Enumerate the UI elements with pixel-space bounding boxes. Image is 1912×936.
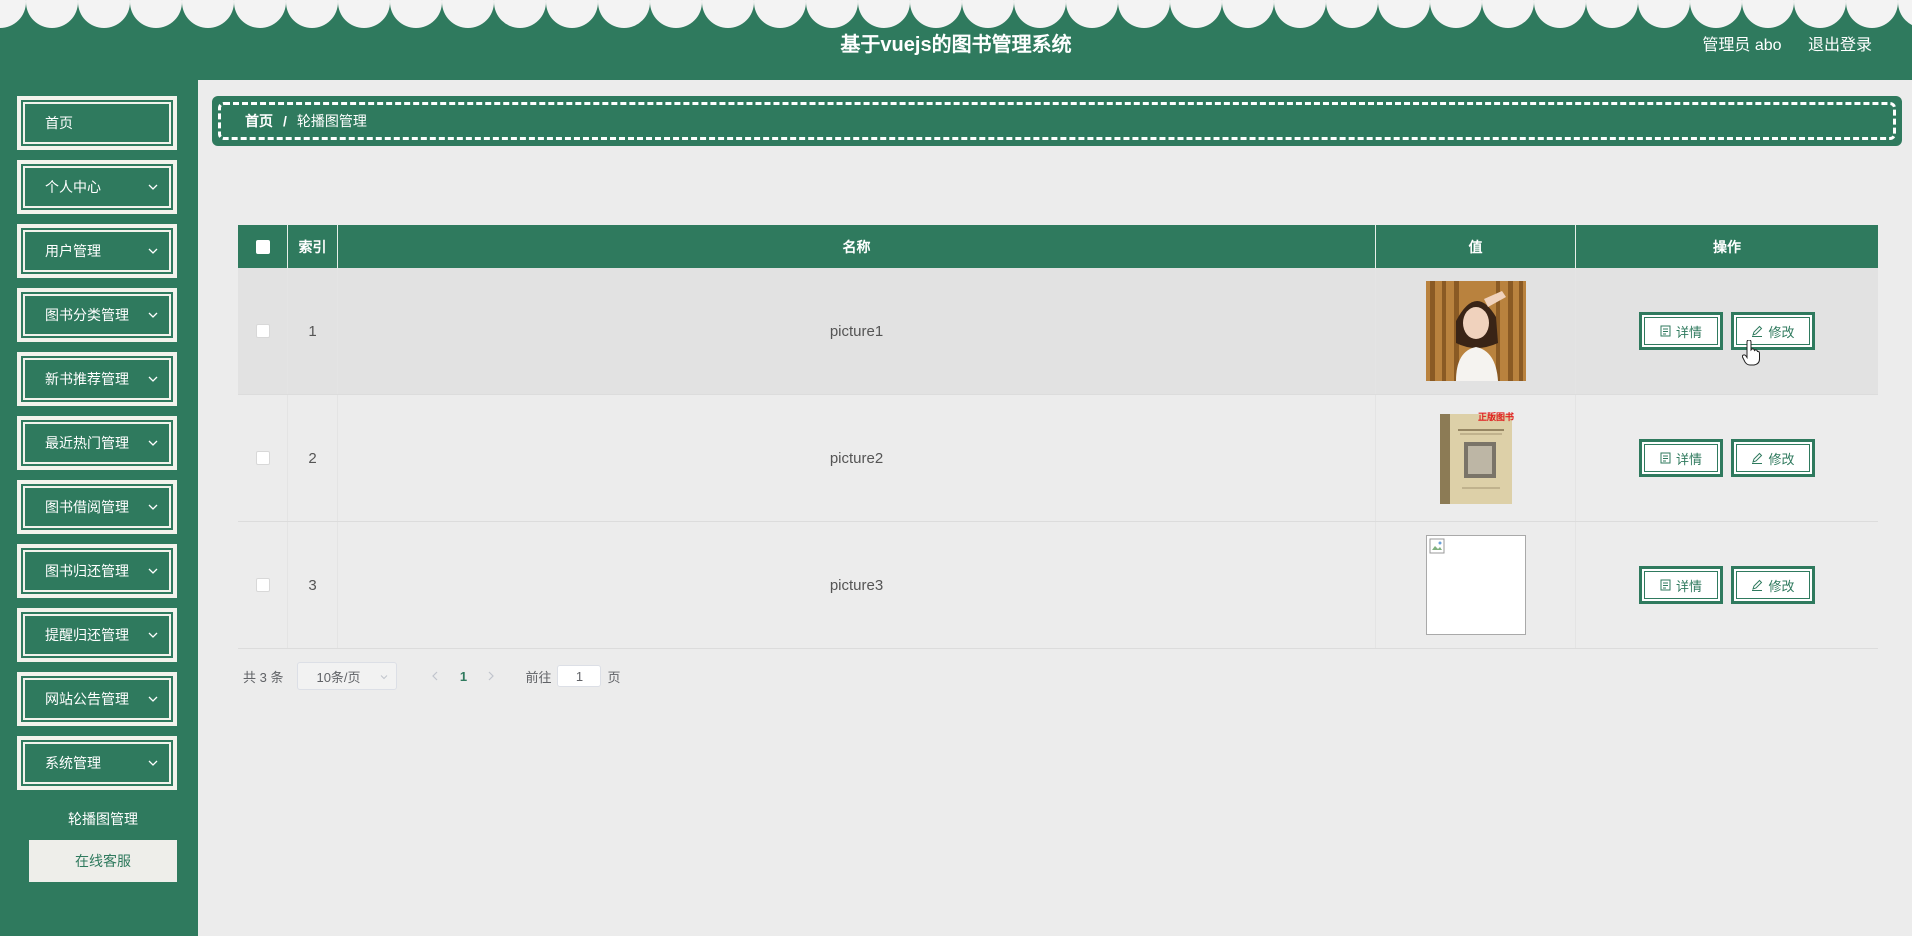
breadcrumb: 首页 / 轮播图管理: [212, 96, 1902, 146]
sidebar-item-remind[interactable]: 提醒归还管理: [17, 608, 177, 662]
edit-button[interactable]: 修改: [1731, 566, 1815, 604]
logout-link[interactable]: 退出登录: [1808, 37, 1872, 54]
sidebar-item-label: 新书推荐管理: [45, 371, 129, 387]
sidebar-item-label: 用户管理: [45, 243, 101, 259]
broken-image-icon: [1429, 538, 1444, 554]
breadcrumb-separator: /: [283, 113, 287, 129]
table-header: 索引 名称 值 操作: [238, 225, 1878, 268]
row-checkbox[interactable]: [255, 451, 270, 465]
sidebar-item-hot[interactable]: 最近热门管理: [17, 416, 177, 470]
book-cover-thumbnail[interactable]: 正版图书: [1425, 408, 1526, 508]
chevron-down-icon: [148, 376, 158, 382]
chevron-down-icon: [148, 440, 158, 446]
goto-page-input[interactable]: [557, 665, 602, 687]
chevron-down-icon: [381, 675, 388, 680]
column-header-value: 值: [1376, 225, 1576, 268]
breadcrumb-current: 轮播图管理: [296, 113, 367, 129]
sidebar-item-label: 首页: [45, 115, 73, 131]
chevron-down-icon: [148, 504, 158, 510]
column-header-actions: 操作: [1713, 238, 1741, 255]
chevron-down-icon: [148, 760, 158, 766]
pagination-total: 共 3 条: [243, 669, 284, 685]
submenu-item-carousel[interactable]: 轮播图管理: [29, 798, 177, 840]
chevron-down-icon: [148, 184, 158, 190]
broken-image-thumbnail[interactable]: [1425, 535, 1526, 635]
app-title: 基于vuejs的图书管理系统: [840, 34, 1072, 56]
chevron-down-icon: [148, 312, 158, 318]
sidebar-item-return[interactable]: 图书归还管理: [17, 544, 177, 598]
edit-button[interactable]: 修改: [1731, 439, 1815, 477]
row-index: 2: [288, 395, 338, 521]
row-name: picture3: [338, 522, 1376, 648]
sidebar-item-book-category[interactable]: 图书分类管理: [17, 288, 177, 342]
chevron-down-icon: [148, 248, 158, 254]
sidebar-item-new-books[interactable]: 新书推荐管理: [17, 352, 177, 406]
hand-cursor-icon: [1742, 340, 1760, 366]
detail-button[interactable]: 详情: [1639, 312, 1723, 350]
page-size-select[interactable]: 10条/页: [297, 662, 398, 690]
row-index: 3: [288, 522, 338, 648]
document-icon: [1660, 579, 1671, 591]
submenu-item-online-service[interactable]: 在线客服: [29, 840, 177, 882]
prev-page-button[interactable]: [421, 669, 449, 684]
row-index: 1: [288, 268, 338, 394]
book-badge-text: 正版图书: [1477, 411, 1513, 423]
sidebar-item-system[interactable]: 系统管理: [17, 736, 177, 790]
table-row: 1 picture1 详情 修改: [238, 268, 1878, 395]
document-icon: [1660, 452, 1671, 464]
current-user-label: 管理员 abo: [1702, 37, 1782, 54]
table-row: 3 picture3 详情 修改: [238, 522, 1878, 649]
sidebar-item-label: 系统管理: [45, 755, 101, 771]
header-user-area: 管理员 abo 退出登录: [1680, 31, 1872, 55]
breadcrumb-home[interactable]: 首页: [245, 111, 273, 131]
sidebar-item-label: 最近热门管理: [45, 435, 129, 451]
table-row: 2 picture2 正版图书 详情 修改: [238, 395, 1878, 522]
next-page-button[interactable]: [477, 669, 505, 684]
sidebar-item-label: 图书分类管理: [45, 307, 129, 323]
page-number-current[interactable]: 1: [449, 669, 477, 684]
pagination: 共 3 条 10条/页 1 前往 页: [243, 662, 621, 690]
sidebar-item-home[interactable]: 首页: [17, 96, 177, 150]
goto-page: 前往 页: [525, 665, 621, 687]
document-icon: [1660, 325, 1671, 337]
sidebar-item-label: 个人中心: [45, 179, 101, 195]
column-header-name[interactable]: 名称: [338, 225, 1376, 268]
row-name: picture1: [338, 268, 1376, 394]
sidebar-item-notice[interactable]: 网站公告管理: [17, 672, 177, 726]
sidebar: 首页 个人中心 用户管理 图书分类管理 新书推荐管理 最近热门管理 图书借阅管理…: [0, 80, 198, 936]
row-checkbox[interactable]: [255, 324, 270, 338]
column-header-index: 索引: [288, 225, 338, 268]
sidebar-item-label: 提醒归还管理: [45, 627, 129, 643]
pencil-icon: [1752, 325, 1763, 337]
pencil-icon: [1752, 579, 1763, 591]
carousel-table: 索引 名称 值 操作 1 picture1 详情 修改 2 picture2 正…: [238, 225, 1878, 649]
sidebar-item-label: 图书借阅管理: [45, 499, 129, 515]
sidebar-item-label: 网站公告管理: [45, 691, 129, 707]
chevron-left-icon: [432, 671, 438, 680]
sidebar-item-label: 图书归还管理: [45, 563, 129, 579]
portrait-photo-thumbnail[interactable]: [1425, 281, 1526, 381]
detail-button[interactable]: 详情: [1639, 439, 1723, 477]
sidebar-item-profile[interactable]: 个人中心: [17, 160, 177, 214]
detail-button[interactable]: 详情: [1639, 566, 1723, 604]
sidebar-item-users[interactable]: 用户管理: [17, 224, 177, 278]
chevron-down-icon: [148, 696, 158, 702]
row-checkbox[interactable]: [255, 578, 270, 592]
sidebar-item-borrow[interactable]: 图书借阅管理: [17, 480, 177, 534]
top-header: 基于vuejs的图书管理系统 管理员 abo 退出登录: [0, 0, 1912, 80]
pencil-icon: [1752, 452, 1763, 464]
chevron-down-icon: [148, 568, 158, 574]
select-all-checkbox[interactable]: [255, 239, 270, 254]
row-name: picture2: [338, 395, 1376, 521]
chevron-right-icon: [489, 671, 495, 680]
chevron-down-icon: [148, 632, 158, 638]
